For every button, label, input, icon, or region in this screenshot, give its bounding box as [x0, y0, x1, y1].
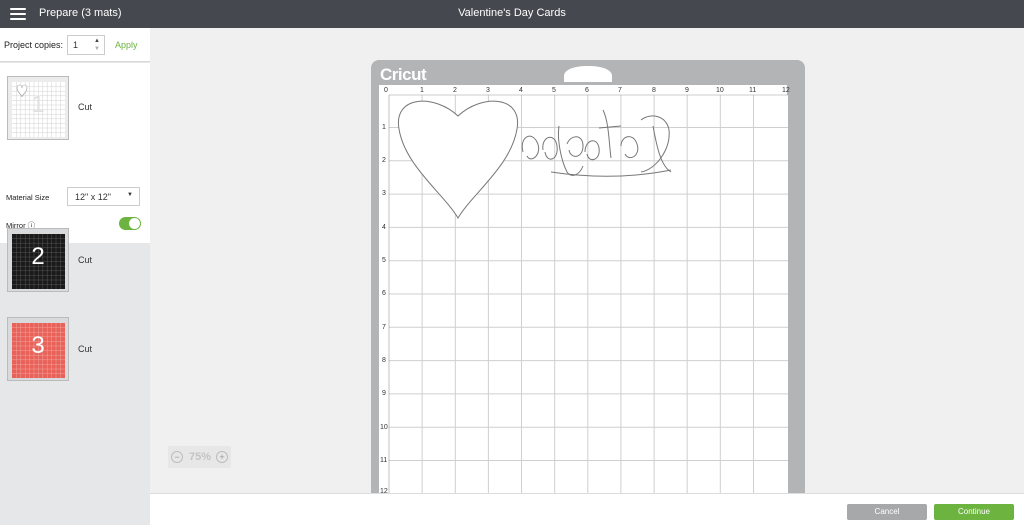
project-copies-stepper[interactable]: 1 ▲ ▼ — [67, 35, 105, 55]
ruler-left-label: 2 — [382, 157, 386, 164]
continue-button[interactable]: Continue — [934, 504, 1014, 520]
mat-thumbnail-3[interactable]: 3 — [7, 317, 69, 381]
zoom-level: 75% — [188, 451, 212, 463]
ruler-top-label: 5 — [552, 87, 556, 94]
ruler-top-label: 6 — [585, 87, 589, 94]
ruler-left-label: 3 — [382, 190, 386, 197]
zoom-control: − 75% + — [168, 446, 231, 468]
project-title: Valentine's Day Cards — [458, 7, 566, 19]
ruler-top-label: 3 — [486, 87, 490, 94]
material-size-value: 12" x 12" — [75, 192, 111, 202]
ruler-left-label: 5 — [382, 257, 386, 264]
mat-handle-tab — [564, 66, 612, 82]
zoom-out-icon[interactable]: − — [171, 451, 183, 463]
ruler-left-label: 4 — [382, 224, 386, 231]
ruler-top-label: 8 — [652, 87, 656, 94]
project-copies-value[interactable]: 1 — [73, 40, 78, 50]
ruler-top-label: 2 — [453, 87, 457, 94]
mat-3-number: 3 — [31, 332, 45, 359]
mat-2-operation: Cut — [78, 255, 93, 265]
mirror-toggle[interactable] — [119, 217, 141, 230]
ruler-top-label: 7 — [618, 87, 622, 94]
toggle-knob — [129, 218, 140, 229]
mat-thumbnail-1[interactable]: 1 — [7, 76, 69, 140]
ruler-top-label: 12 — [782, 87, 790, 94]
mat-thumbnail-2[interactable]: 2 — [7, 228, 69, 292]
decrement-icon[interactable]: ▼ — [94, 46, 100, 52]
apply-button[interactable]: Apply — [115, 40, 138, 50]
ruler-top-label: 0 — [384, 87, 388, 94]
project-copies-label: Project copies: — [4, 40, 64, 50]
ruler-top-label: 11 — [749, 87, 757, 94]
bottom-action-bar: Cancel Continue — [150, 493, 1024, 525]
ruler-top-label: 1 — [420, 87, 424, 94]
ruler-top-label: 4 — [519, 87, 523, 94]
zoom-in-icon[interactable]: + — [216, 451, 228, 463]
mat-2-number: 2 — [31, 243, 45, 270]
cricut-logo: Cricut — [380, 65, 427, 84]
mat-panel: Project copies: 1 ▲ ▼ Apply 1 Cut Materi… — [0, 28, 150, 525]
ruler-left-label: 7 — [382, 324, 386, 331]
mat-canvas — [379, 66, 788, 493]
ruler-top-label: 10 — [716, 87, 724, 94]
chevron-down-icon: ▼ — [127, 192, 133, 198]
material-size-label: Material Size — [6, 193, 50, 202]
top-bar: Prepare (3 mats) Valentine's Day Cards — [0, 0, 1024, 28]
increment-icon[interactable]: ▲ — [94, 38, 100, 44]
selected-mat-panel: 1 Cut Material Size 12" x 12" ▼ Mirror ⓘ — [0, 63, 150, 243]
mat-1-operation: Cut — [78, 102, 93, 112]
ruler-left-label: 9 — [382, 390, 386, 397]
material-size-dropdown[interactable]: 12" x 12" ▼ — [67, 187, 140, 206]
ruler-top-label: 9 — [685, 87, 689, 94]
mat-1-number: 1 — [31, 91, 45, 118]
ruler-left-label: 11 — [380, 457, 388, 464]
ruler-left-label: 8 — [382, 357, 386, 364]
cutting-mat: Cricut 0 1 2 3 4 5 6 7 8 9 10 11 12 1 2 … — [371, 60, 805, 495]
ruler-left-label: 6 — [382, 290, 386, 297]
ruler-left-label: 10 — [380, 424, 388, 431]
cancel-button[interactable]: Cancel — [847, 504, 927, 520]
ruler-left-label: 1 — [382, 124, 386, 131]
mat-3-operation: Cut — [78, 344, 93, 354]
project-copies-row: Project copies: 1 ▲ ▼ Apply — [0, 28, 150, 62]
